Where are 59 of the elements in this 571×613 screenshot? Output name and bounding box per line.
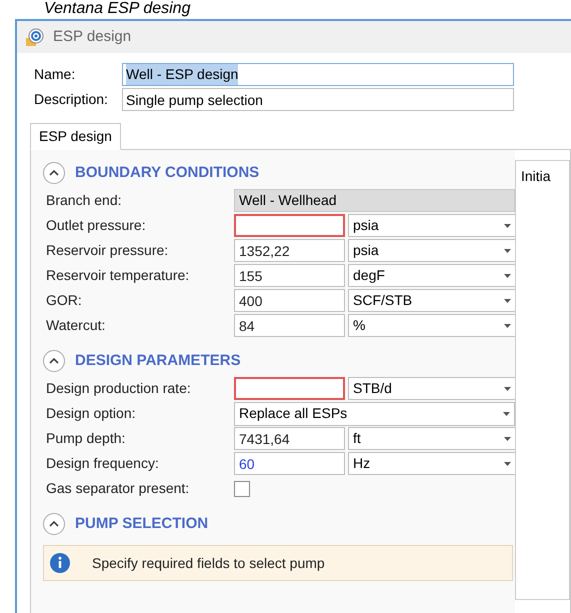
value-field[interactable]: 60	[234, 452, 345, 475]
field-label: Description:	[34, 90, 109, 109]
value-field[interactable]: 7431,64	[234, 427, 345, 450]
value-field[interactable]	[234, 377, 345, 400]
dropdown-caret-icon	[504, 324, 511, 328]
unit-dropdown[interactable]: degF	[348, 264, 516, 287]
value-field[interactable]	[234, 214, 345, 237]
collapse-toggle[interactable]	[43, 350, 65, 372]
slide-caption: Ventana ESP desing	[43, 0, 192, 18]
dropdown-caret-icon	[504, 298, 511, 302]
selected-text: Well - ESP design	[126, 64, 238, 85]
chevron-icon	[49, 170, 59, 176]
field-label: Design production rate:	[46, 379, 192, 398]
field-label: Reservoir pressure:	[46, 241, 170, 260]
tab[interactable]: ESP design	[30, 123, 121, 150]
side-panel-title: Initia	[521, 168, 551, 184]
field-label: GOR:	[46, 291, 83, 310]
unit-dropdown[interactable]: Hz	[348, 452, 516, 475]
dropdown-caret-icon	[504, 462, 511, 466]
dropdown-caret-icon	[504, 386, 511, 390]
dropdown-caret-icon	[504, 248, 511, 252]
info-icon	[50, 553, 70, 573]
field-label: Design frequency:	[46, 454, 160, 473]
unit-dropdown[interactable]: psia	[348, 214, 516, 237]
field-label: Design option:	[46, 404, 137, 423]
option-dropdown[interactable]: Replace all ESPs	[234, 402, 515, 426]
name-field[interactable]: Well - ESP design	[122, 63, 514, 86]
collapse-toggle[interactable]	[43, 513, 65, 535]
window-title: ESP design	[53, 26, 132, 47]
unit-dropdown[interactable]: SCF/STB	[348, 289, 516, 312]
chevron-icon	[49, 358, 59, 364]
readonly-field: Well - Wellhead	[234, 189, 515, 212]
field-label: Pump depth:	[46, 429, 126, 448]
value-field[interactable]: 84	[234, 314, 345, 337]
field-label: Branch end:	[46, 191, 122, 210]
info-text: Specify required fields to select pump	[92, 554, 325, 573]
unit-dropdown[interactable]: ft	[348, 427, 516, 450]
field-label: Watercut:	[46, 316, 106, 335]
unit-dropdown[interactable]: %	[348, 314, 516, 337]
unit-dropdown[interactable]: psia	[348, 239, 516, 262]
chevron-icon	[49, 521, 59, 527]
dropdown-caret-icon	[504, 224, 511, 228]
field-label: Outlet pressure:	[46, 216, 147, 235]
section-heading: DESIGN PARAMETERS	[75, 350, 241, 371]
field-label: Reservoir temperature:	[46, 266, 190, 285]
dropdown-caret-icon	[503, 412, 510, 416]
dropdown-caret-icon	[504, 436, 511, 440]
unit-dropdown[interactable]: STB/d	[348, 377, 516, 400]
field-label: Name:	[34, 65, 76, 84]
value-field[interactable]: 1352,22	[234, 239, 345, 262]
field-label: Gas separator present:	[46, 479, 190, 498]
checkbox[interactable]	[234, 480, 250, 496]
section-heading: BOUNDARY CONDITIONS	[75, 162, 260, 183]
dropdown-caret-icon	[504, 274, 511, 278]
collapse-toggle[interactable]	[43, 162, 65, 184]
description-field[interactable]: Single pump selection	[122, 88, 514, 111]
value-field[interactable]: 155	[234, 264, 345, 287]
section-heading: PUMP SELECTION	[75, 514, 208, 534]
value-field[interactable]: 400	[234, 289, 345, 312]
